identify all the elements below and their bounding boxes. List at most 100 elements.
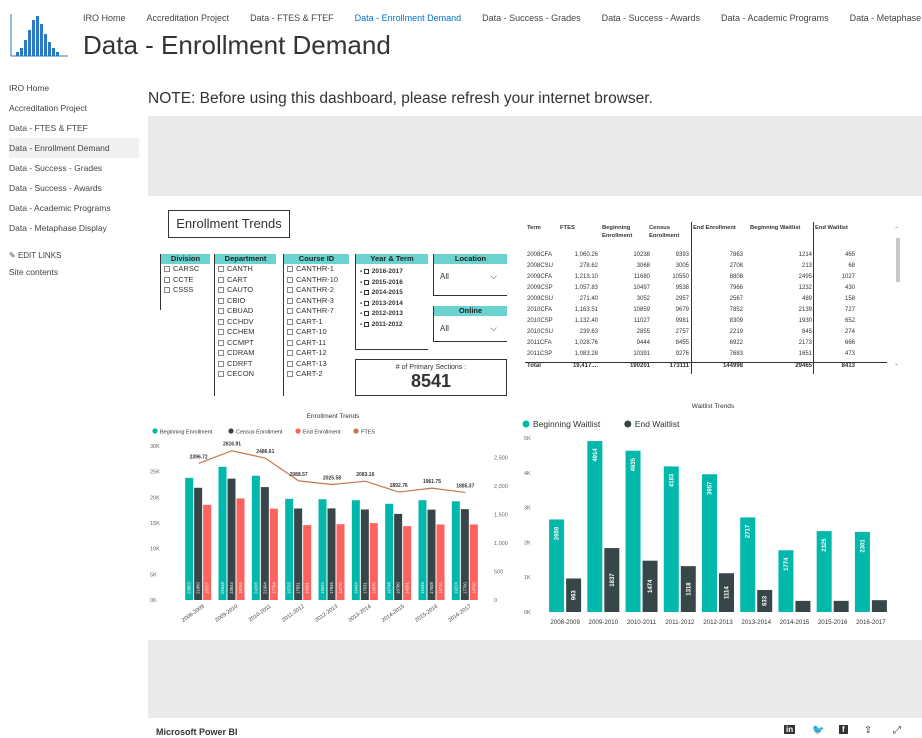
sidebar-item-data-metaphase-display[interactable]: Data - Metaphase Display	[9, 218, 139, 238]
checkbox-icon[interactable]	[218, 276, 224, 283]
slicer-option[interactable]: ▪ 2012-2013	[360, 308, 428, 319]
waitlist-trends-chart[interactable]: Waitlist Trends Beginning Waitlist End Wai…	[518, 400, 922, 635]
slicer-option[interactable]: CANTHR-2	[287, 285, 349, 296]
slicer-option[interactable]: CDRAM	[218, 348, 276, 359]
checkbox-icon[interactable]	[164, 287, 170, 293]
checkbox-icon[interactable]	[218, 266, 224, 272]
slicer-option[interactable]: CANTHR-10	[287, 275, 349, 286]
slicer-option[interactable]: CCHEM	[218, 327, 276, 338]
facebook-icon[interactable]: f	[839, 725, 848, 734]
checkbox-icon[interactable]	[363, 300, 369, 306]
sidebar-item-iro-home[interactable]: IRO Home	[9, 78, 139, 98]
sidebar-item-data-success-awards[interactable]: Data - Success - Awards	[9, 178, 139, 198]
slicer-option[interactable]: CARSC	[164, 264, 210, 275]
slicer-option[interactable]: ▪ 2013-2014	[360, 298, 428, 309]
slicer-option[interactable]: CBUAD	[218, 306, 276, 317]
slicer-option[interactable]: CART-12	[287, 348, 349, 359]
slicer-option[interactable]: CANTHR-1	[287, 264, 349, 275]
year-term-slicer[interactable]: Year & Term ▪ 2016-2017 ▪ 2015-2016 ▪ 2014…	[355, 254, 428, 350]
slicer-option[interactable]: CECON	[218, 369, 276, 380]
checkbox-icon[interactable]	[287, 297, 293, 304]
checkbox-icon[interactable]	[363, 279, 369, 285]
checkbox-icon[interactable]	[363, 269, 369, 274]
checkbox-icon[interactable]	[218, 350, 224, 356]
checkbox-icon[interactable]	[287, 287, 293, 293]
slicer-option[interactable]: CANTH	[218, 264, 276, 275]
slicer-option[interactable]: CAUTO	[218, 285, 276, 296]
division-slicer[interactable]: Division CARSC CCTE CSSS	[160, 254, 210, 310]
edit-links-button[interactable]: ✎ EDIT LINKS	[9, 246, 139, 266]
scroll-up-icon[interactable]: ⌃	[894, 226, 899, 233]
checkbox-icon[interactable]	[363, 290, 369, 295]
checkbox-icon[interactable]	[164, 266, 170, 272]
slicer-option[interactable]: CART-1	[287, 317, 349, 328]
slicer-option[interactable]: CART-11	[287, 338, 349, 349]
linkedin-icon[interactable]: in	[784, 725, 796, 734]
sidebar-item-data-academic-programs[interactable]: Data - Academic Programs	[9, 198, 139, 218]
slicer-option[interactable]: CART	[218, 275, 276, 286]
checkbox-icon[interactable]	[363, 311, 369, 316]
checkbox-icon[interactable]	[218, 318, 224, 325]
checkbox-icon[interactable]	[287, 350, 293, 356]
checkbox-icon[interactable]	[287, 318, 293, 325]
checkbox-icon[interactable]	[218, 360, 224, 367]
slicer-option[interactable]: ▪ 2015-2016	[360, 277, 428, 288]
online-dropdown[interactable]: All ⌵	[440, 322, 501, 336]
slicer-option[interactable]: CSSS	[164, 285, 210, 296]
slicer-option[interactable]: CART-2	[287, 369, 349, 380]
checkbox-icon[interactable]	[218, 287, 224, 293]
site-contents-link[interactable]: Site contents	[9, 266, 139, 280]
checkbox-icon[interactable]	[218, 308, 224, 314]
slicer-option[interactable]: ▪ 2016-2017	[360, 266, 428, 277]
powerbi-brand-link[interactable]: Microsoft Power BI	[156, 727, 238, 737]
nav-link-accreditation-project[interactable]: Accreditation Project	[147, 13, 230, 23]
sidebar-item-data-enrollment-demand[interactable]: Data - Enrollment Demand	[9, 138, 139, 158]
slicer-option[interactable]: CDRFT	[218, 359, 276, 370]
checkbox-icon[interactable]	[287, 276, 293, 283]
share-icon[interactable]: ⇪	[864, 725, 872, 736]
checkbox-icon[interactable]	[218, 339, 224, 346]
nav-link-iro-home[interactable]: IRO Home	[83, 13, 126, 23]
checkbox-icon[interactable]	[164, 276, 170, 283]
nav-link-data-success-grades[interactable]: Data - Success - Grades	[482, 13, 581, 23]
checkbox-icon[interactable]	[287, 360, 293, 367]
sidebar-item-data-success-grades[interactable]: Data - Success - Grades	[9, 158, 139, 178]
nav-link-data-ftes-ftef[interactable]: Data - FTES & FTEF	[250, 13, 334, 23]
checkbox-icon[interactable]	[218, 371, 224, 377]
slicer-option[interactable]: CCHDV	[218, 317, 276, 328]
scroll-down-icon[interactable]: ⌄	[894, 360, 899, 367]
sidebar-item-data-ftes-ftef[interactable]: Data - FTES & FTEF	[9, 118, 139, 138]
checkbox-icon[interactable]	[287, 266, 293, 272]
slicer-option[interactable]: CCMPT	[218, 338, 276, 349]
twitter-icon[interactable]: 🐦	[812, 725, 824, 736]
checkbox-icon[interactable]	[287, 308, 293, 314]
table-scrollbar[interactable]	[896, 238, 900, 282]
slicer-option[interactable]: ▪ 2011-2012	[360, 319, 428, 330]
slicer-option[interactable]: CART-13	[287, 359, 349, 370]
department-slicer[interactable]: Department CANTH CART CAUTO CBIO CBUAD CCHDV C…	[214, 254, 276, 396]
enrollment-trends-chart[interactable]: Enrollment Trends Beginning Enrollment Cen…	[148, 406, 518, 634]
checkbox-icon[interactable]	[363, 321, 369, 327]
nav-link-data-success-awards[interactable]: Data - Success - Awards	[602, 13, 700, 23]
checkbox-icon[interactable]	[287, 329, 293, 335]
slicer-option[interactable]: CANTHR-3	[287, 296, 349, 307]
slicer-option[interactable]: CART-10	[287, 327, 349, 338]
slicer-option[interactable]: CANTHR-7	[287, 306, 349, 317]
fullscreen-icon[interactable]: ⤢	[893, 725, 901, 736]
slicer-option[interactable]: ▪ 2014-2015	[360, 287, 428, 298]
location-slicer[interactable]: Location All ⌵	[433, 254, 507, 296]
enrollment-table[interactable]: Term FTES Beginning Enrollment Census Enrol…	[525, 222, 887, 382]
slicer-option[interactable]: CCTE	[164, 275, 210, 286]
checkbox-icon[interactable]	[218, 297, 224, 304]
checkbox-icon[interactable]	[287, 339, 293, 346]
nav-link-data-academic-programs[interactable]: Data - Academic Programs	[721, 13, 829, 23]
checkbox-icon[interactable]	[218, 329, 224, 335]
sidebar-item-accreditation-project[interactable]: Accreditation Project	[9, 98, 139, 118]
checkbox-icon[interactable]	[287, 371, 293, 377]
course-slicer[interactable]: Course ID CANTHR-1 CANTHR-10 CANTHR-2 CANTH…	[283, 254, 349, 396]
online-slicer[interactable]: Online All ⌵	[433, 306, 507, 342]
slicer-option[interactable]: CBIO	[218, 296, 276, 307]
histogram-logo-icon[interactable]	[8, 12, 70, 58]
nav-link-data-metaphase-display[interactable]: Data - Metaphase Display	[850, 13, 922, 23]
nav-link-data-enrollment-demand[interactable]: Data - Enrollment Demand	[355, 13, 462, 23]
